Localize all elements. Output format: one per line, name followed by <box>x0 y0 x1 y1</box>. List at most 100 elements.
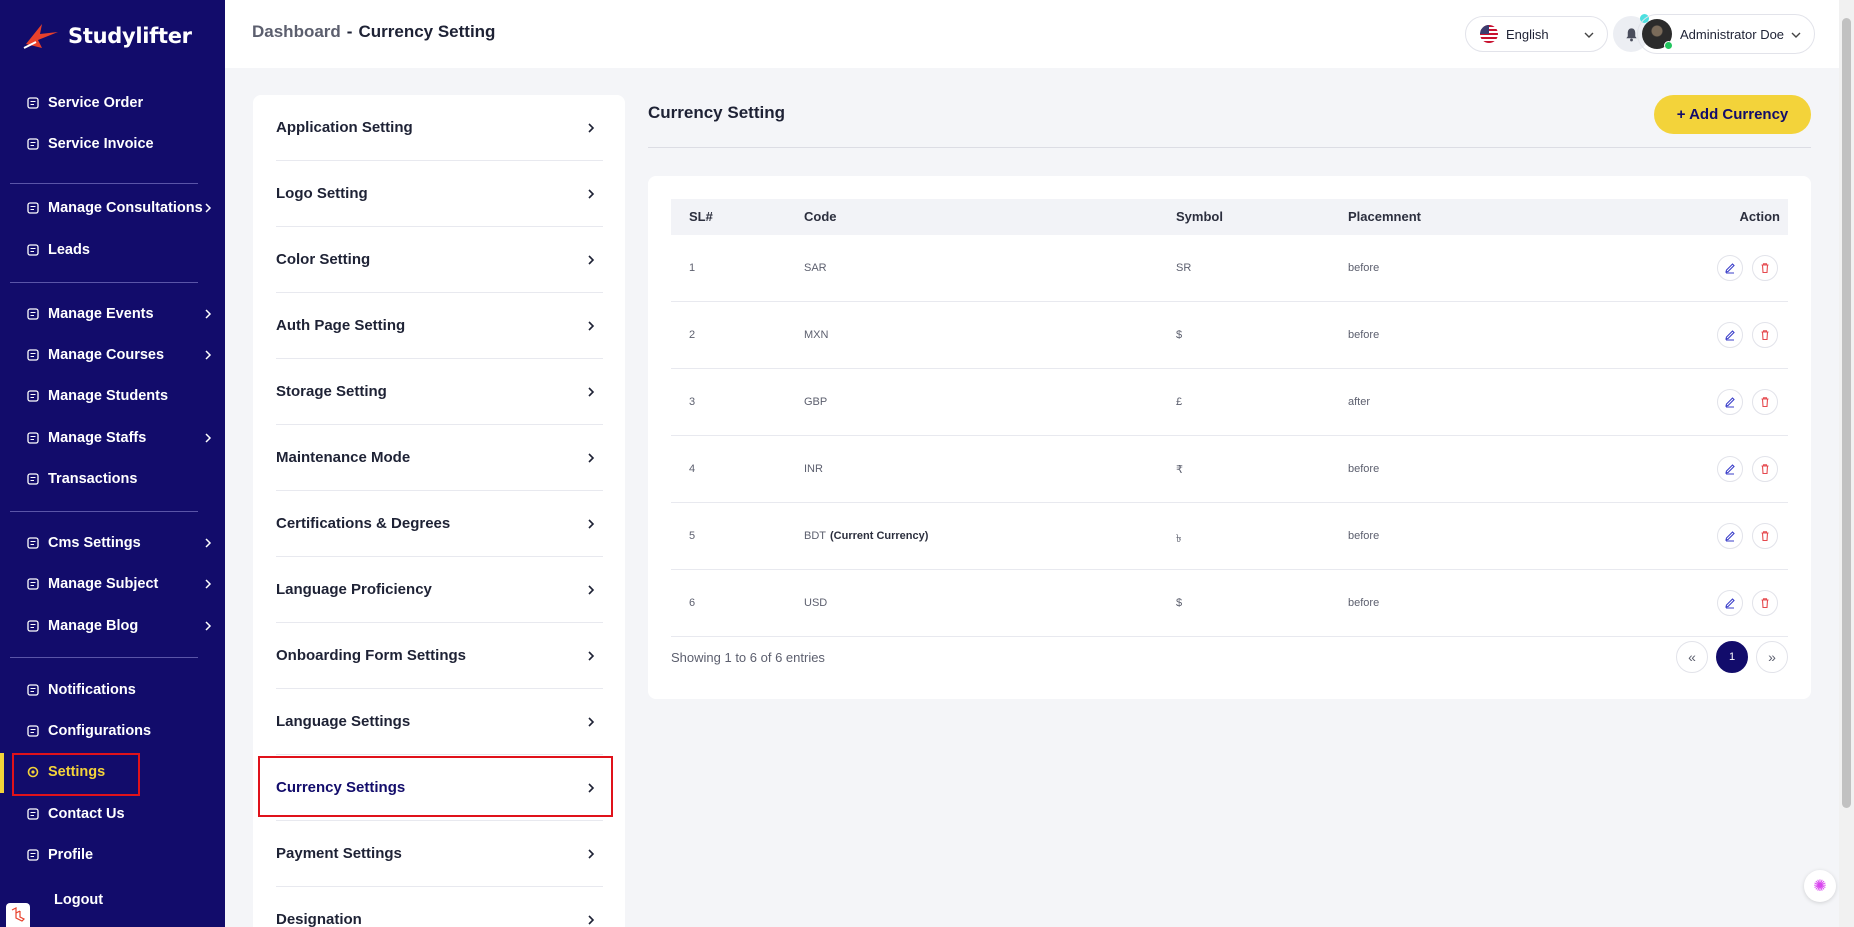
sidebar-item-notifications[interactable]: Notifications <box>0 673 225 707</box>
sidebar-item-manage-subject[interactable]: Manage Subject <box>0 567 225 601</box>
sidebar-item-manage-students[interactable]: Manage Students <box>0 379 225 413</box>
contact-icon <box>26 807 40 821</box>
sidebar-item-logout[interactable]: Logout <box>0 883 225 917</box>
settings-item-maintenance-mode[interactable]: Maintenance Mode <box>276 425 603 491</box>
cell-sl: 6 <box>689 597 696 609</box>
language-selector[interactable]: English <box>1465 16 1608 52</box>
header-symbol: Symbol <box>1176 209 1223 224</box>
sidebar-item-label: Service Invoice <box>48 136 154 152</box>
chevron-right-icon <box>205 621 212 631</box>
sidebar-item-label: Contact Us <box>48 806 125 822</box>
cell-code: SAR <box>804 262 827 274</box>
sidebar-item-cms-settings[interactable]: Cms Settings <box>0 526 225 560</box>
delete-button[interactable] <box>1752 456 1778 482</box>
active-indicator <box>0 753 4 793</box>
pencil-icon <box>1725 330 1735 341</box>
user-menu[interactable]: Administrator Doe <box>1637 14 1815 54</box>
sidebar-item-profile[interactable]: Profile <box>0 838 225 872</box>
us-flag-icon <box>1480 25 1498 43</box>
sidebar-divider <box>10 183 198 184</box>
cell-symbol: SR <box>1176 262 1192 274</box>
breadcrumb-separator: - <box>346 22 353 41</box>
ai-assistant-icon[interactable]: ✺ <box>1804 870 1836 902</box>
cell-sl: 4 <box>689 463 696 475</box>
settings-item-storage-setting[interactable]: Storage Setting <box>276 359 603 425</box>
trash-icon <box>1761 330 1769 341</box>
settings-item-application-setting[interactable]: Application Setting <box>276 95 603 161</box>
edit-button[interactable] <box>1717 322 1743 348</box>
chevron-right-icon <box>588 189 595 199</box>
breadcrumb-dashboard-link[interactable]: Dashboard <box>252 22 341 41</box>
sidebar-item-manage-consultations[interactable]: Manage Consultations <box>0 191 225 225</box>
add-currency-button[interactable]: + Add Currency <box>1654 95 1811 134</box>
sidebar-item-label: Manage Courses <box>48 347 165 363</box>
delete-button[interactable] <box>1752 389 1778 415</box>
edit-button[interactable] <box>1717 523 1743 549</box>
current-currency-badge: (Current Currency) <box>830 530 929 542</box>
settings-item-label: Language Proficiency <box>276 581 432 598</box>
sidebar-item-service-order[interactable]: Service Order <box>0 86 225 120</box>
sidebar-item-manage-courses[interactable]: Manage Courses <box>0 338 225 372</box>
staff-icon <box>26 431 40 445</box>
trash-icon <box>1761 464 1769 475</box>
user-name: Administrator Doe <box>1680 26 1785 42</box>
content-divider <box>648 147 1811 148</box>
header-placement: Placemnent <box>1348 209 1421 224</box>
sidebar-item-manage-events[interactable]: Manage Events <box>0 297 225 331</box>
cell-code: MXN <box>804 329 828 341</box>
header-code: Code <box>804 209 837 224</box>
delete-button[interactable] <box>1752 255 1778 281</box>
delete-button[interactable] <box>1752 590 1778 616</box>
settings-item-label: Onboarding Form Settings <box>276 647 466 664</box>
settings-item-language-proficiency[interactable]: Language Proficiency <box>276 557 603 623</box>
scrollbar-thumb[interactable] <box>1842 18 1851 808</box>
table-row: 4 INR ₹ before <box>671 436 1788 503</box>
sidebar-divider <box>10 511 198 512</box>
highlight-box-settings <box>12 753 140 796</box>
pagination-page-1[interactable]: 1 <box>1716 641 1748 673</box>
edit-button[interactable] <box>1717 255 1743 281</box>
chevron-right-icon <box>588 123 595 133</box>
settings-item-auth-page-setting[interactable]: Auth Page Setting <box>276 293 603 359</box>
settings-item-certifications-degrees[interactable]: Certifications & Degrees <box>276 491 603 557</box>
sidebar-item-contact-us[interactable]: Contact Us <box>0 797 225 831</box>
settings-item-onboarding-form-settings[interactable]: Onboarding Form Settings <box>276 623 603 689</box>
pagination-prev[interactable]: « <box>1676 641 1708 673</box>
edit-button[interactable] <box>1717 590 1743 616</box>
sidebar-item-manage-blog[interactable]: Manage Blog <box>0 609 225 643</box>
table-header: SL# Code Symbol Placemnent Action <box>671 199 1788 235</box>
leads-icon <box>26 243 40 257</box>
cell-placement: before <box>1348 329 1380 341</box>
sidebar-item-manage-staffs[interactable]: Manage Staffs <box>0 421 225 455</box>
pencil-icon <box>1725 598 1735 609</box>
sidebar-item-label: Manage Consultations <box>48 200 203 216</box>
edit-button[interactable] <box>1717 389 1743 415</box>
sidebar-item-label: Cms Settings <box>48 535 141 551</box>
delete-button[interactable] <box>1752 322 1778 348</box>
sidebar-item-service-invoice[interactable]: Service Invoice <box>0 127 225 161</box>
sidebar-item-configurations[interactable]: Configurations <box>0 714 225 748</box>
page-scrollbar[interactable] <box>1839 0 1854 927</box>
sidebar-item-leads[interactable]: Leads <box>0 233 225 267</box>
brand-name: Studylifter <box>68 24 192 48</box>
settings-item-logo-setting[interactable]: Logo Setting <box>276 161 603 227</box>
cell-sl: 1 <box>689 262 696 274</box>
sidebar-item-transactions[interactable]: Transactions <box>0 462 225 496</box>
cell-placement: before <box>1348 530 1380 542</box>
settings-item-designation[interactable]: Designation <box>276 887 603 927</box>
settings-item-payment-settings[interactable]: Payment Settings <box>276 821 603 887</box>
edit-button[interactable] <box>1717 456 1743 482</box>
online-status-dot <box>1664 41 1673 50</box>
brand-logo[interactable]: Studylifter <box>22 20 192 52</box>
pagination-next[interactable]: » <box>1756 641 1788 673</box>
table-row: 3 GBP £ after <box>671 369 1788 436</box>
breadcrumb-current: Currency Setting <box>358 22 496 41</box>
settings-item-color-setting[interactable]: Color Setting <box>276 227 603 293</box>
currency-code: MXN <box>804 329 829 341</box>
delete-button[interactable] <box>1752 523 1778 549</box>
cell-symbol: ₹ <box>1176 464 1183 476</box>
settings-item-language-settings[interactable]: Language Settings <box>276 689 603 755</box>
chevron-right-icon <box>588 585 595 595</box>
sidebar-item-label: Manage Staffs <box>48 430 147 446</box>
laravel-icon <box>6 903 30 927</box>
